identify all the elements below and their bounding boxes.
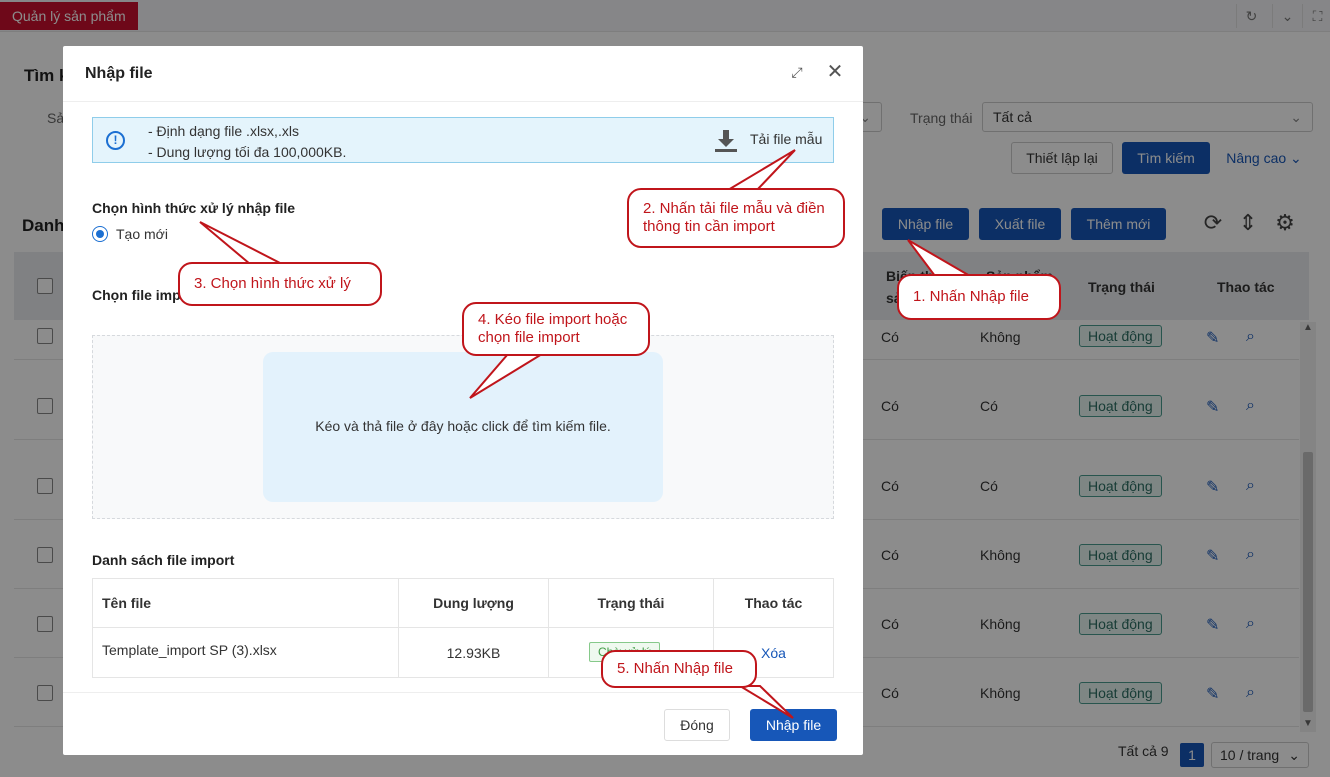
info-icon: ! — [106, 131, 125, 150]
callout-step-4: 4. Kéo file import hoặc chọn file import — [462, 302, 650, 356]
col-file-actions: Thao tác — [744, 595, 803, 611]
close-button[interactable]: Đóng — [664, 709, 730, 741]
create-new-radio[interactable] — [92, 226, 108, 242]
choose-file-title: Chọn file imp — [92, 287, 181, 303]
dropzone-inner[interactable]: Kéo và thả file ở đây hoặc click để tìm … — [263, 352, 663, 502]
expand-icon[interactable]: ⤢ — [787, 62, 807, 82]
import-submit-button[interactable]: Nhập file — [750, 709, 837, 741]
download-template-link[interactable]: Tải file mẫu — [750, 131, 822, 147]
dialog-title: Nhập file — [85, 65, 153, 82]
dialog-header: Nhập file ⤢ ✕ — [63, 46, 863, 102]
col-file-status: Trạng thái — [549, 579, 714, 627]
download-icon[interactable] — [713, 129, 739, 153]
col-file-name: Tên file — [93, 579, 399, 627]
callout-step-3: 3. Chọn hình thức xử lý — [178, 262, 382, 306]
file-size-cell: 12.93KB — [399, 627, 549, 678]
processing-method-title: Chọn hình thức xử lý nhập file — [92, 200, 296, 216]
dialog-footer: Đóng Nhập file — [63, 692, 863, 755]
format-requirement: - Định dạng file .xlsx,.xls — [148, 123, 299, 139]
col-file-size: Dung lượng — [399, 579, 549, 627]
callout-step-5: 5. Nhấn Nhập file — [601, 650, 757, 688]
callout-step-2: 2. Nhấn tải file mẫu và điền thông tin c… — [627, 188, 845, 248]
file-requirements-notice: ! - Định dạng file .xlsx,.xls - Dung lượ… — [92, 117, 834, 163]
create-new-label[interactable]: Tạo mới — [116, 226, 168, 242]
file-dropzone[interactable]: Kéo và thả file ở đây hoặc click để tìm … — [92, 335, 834, 519]
dropzone-hint: Kéo và thả file ở đây hoặc click để tìm … — [315, 418, 611, 434]
close-icon[interactable]: ✕ — [825, 61, 845, 83]
import-list-title: Danh sách file import — [92, 552, 235, 568]
callout-step-1: 1. Nhấn Nhập file — [897, 274, 1061, 320]
file-name-cell: Template_import SP (3).xlsx — [93, 627, 399, 678]
size-requirement: - Dung lượng tối đa 100,000KB. — [148, 144, 347, 160]
import-file-dialog: Nhập file ⤢ ✕ ! - Định dạng file .xlsx,.… — [63, 46, 863, 755]
